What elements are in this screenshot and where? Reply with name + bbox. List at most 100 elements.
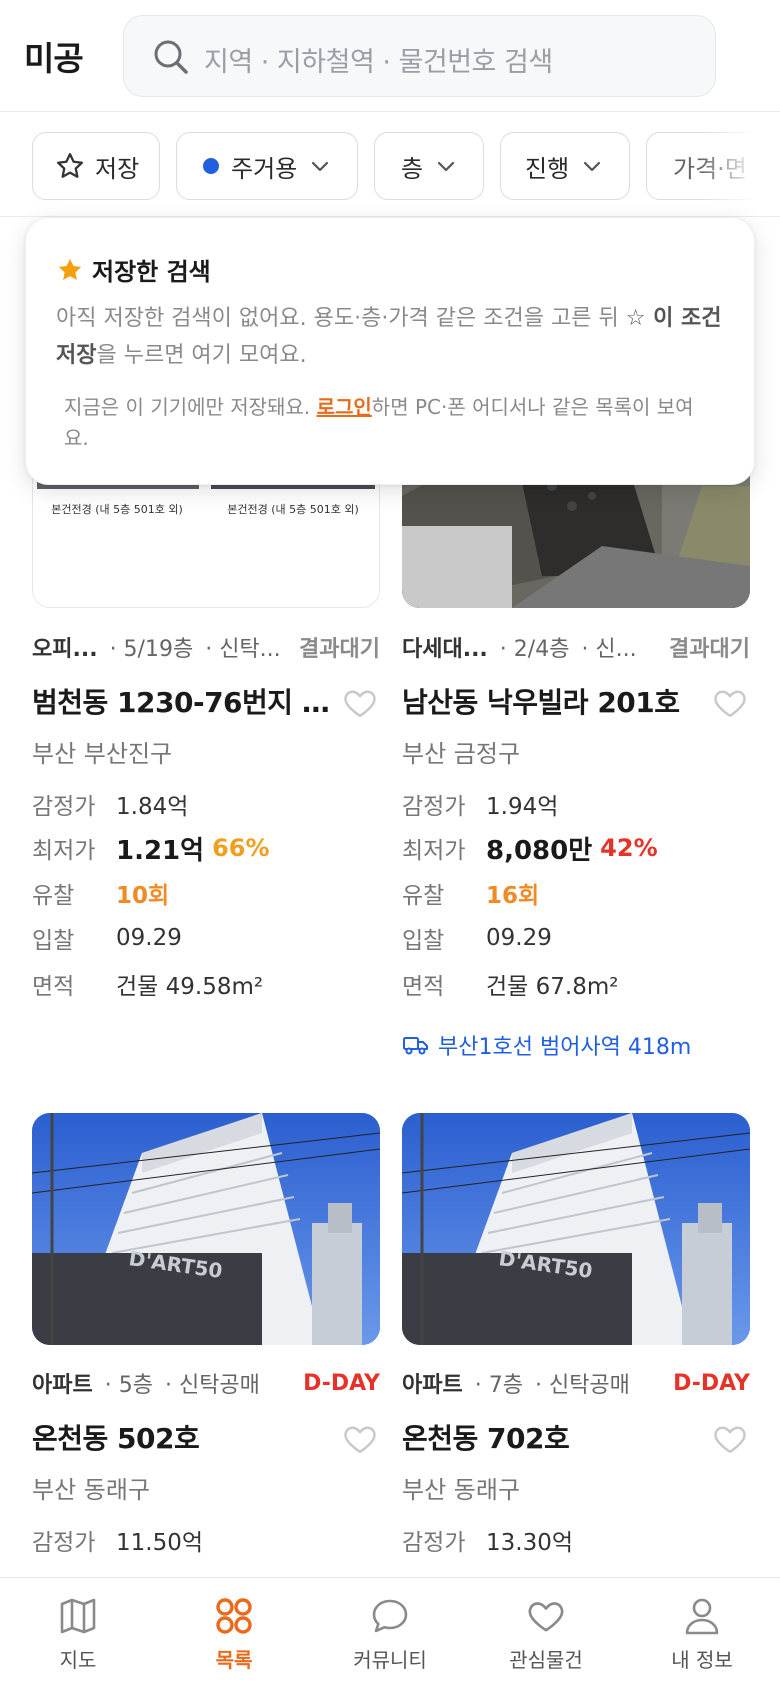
chevron-down-icon xyxy=(437,161,455,172)
save-filter-button[interactable]: 저장 xyxy=(32,132,160,200)
listing-card[interactable]: D'ART50 아파트 · 5층 · 신탁공매 D-DAY 온천동 502호 부… xyxy=(32,1113,380,1577)
status-badge: D-DAY xyxy=(673,1370,750,1396)
area-value: 건물 67.8m² xyxy=(486,974,619,1000)
area-label: 면적 xyxy=(32,974,75,1000)
popover-title-text: 저장한 검색 xyxy=(92,258,211,286)
usage-dot-icon xyxy=(203,158,219,174)
bottom-nav: 지도 목록 커뮤니티 관심물건 내 정보 xyxy=(0,1577,780,1688)
bid-label: 입찰 xyxy=(402,928,445,954)
listing-region: 부산 금정구 xyxy=(402,740,521,768)
status-badge: 결과대기 xyxy=(669,637,750,662)
popover-note: 지금은 이 기기에만 저장돼요. 로그인하면 PC·폰 어디서나 같은 목록이 … xyxy=(64,392,704,454)
listing-photo[interactable]: D'ART50 xyxy=(402,1113,750,1345)
listing-region: 부산 부산진구 xyxy=(32,740,173,768)
area-row: 면적 건물 67.8m² xyxy=(402,967,750,1001)
usage-filter[interactable]: 주거용 xyxy=(176,132,358,200)
photo-caption-left: 본건전경 (내 5층 501호 외) xyxy=(51,503,183,516)
progress-filter[interactable]: 진행 xyxy=(500,132,630,200)
login-link[interactable]: 로그인 xyxy=(317,395,372,419)
status-badge: D-DAY xyxy=(303,1370,380,1396)
listing-kind: · 신탁공매 xyxy=(164,1373,260,1398)
bid-value: 09.29 xyxy=(116,925,182,951)
star-icon xyxy=(58,258,82,280)
minimum-label: 최저가 xyxy=(402,838,466,864)
chevron-down-icon xyxy=(312,161,329,172)
person-icon xyxy=(685,1598,719,1635)
bid-row: 입찰 09.29 xyxy=(32,921,380,955)
listing-type: 다세대... xyxy=(402,637,488,662)
minimum-percent: 42% xyxy=(600,834,658,862)
heart-icon[interactable] xyxy=(712,685,748,721)
bid-label: 입찰 xyxy=(32,928,75,954)
subway-info: 부산1호선 범어사역 418m xyxy=(402,1029,691,1061)
failed-row: 유찰 10회 xyxy=(32,876,380,910)
nav-profile[interactable]: 내 정보 xyxy=(624,1578,780,1688)
nav-community-label: 커뮤니티 xyxy=(353,1648,427,1672)
appraisal-value: 1.84억 xyxy=(116,794,189,820)
area-label: 면적 xyxy=(402,974,445,1000)
progress-filter-label: 진행 xyxy=(525,154,570,183)
popover-note-prefix: 지금은 이 기기에만 저장돼요. xyxy=(64,395,317,419)
truck-icon xyxy=(403,1037,428,1055)
listing-region: 부산 동래구 xyxy=(32,1476,151,1504)
photo-caption-right: 본건전경 (내 5층 501호 외) xyxy=(227,503,359,516)
listing-floor: · 7층 xyxy=(474,1373,523,1398)
heart-icon[interactable] xyxy=(712,1421,748,1457)
listing-meta: 아파트 · 7층 · 신탁공매 D-DAY xyxy=(402,1367,750,1399)
minimum-value: 8,080만 xyxy=(486,835,593,866)
appraisal-label: 감정가 xyxy=(32,1530,96,1556)
chevron-down-icon xyxy=(584,161,601,172)
minimum-row: 최저가 8,080만 42% xyxy=(402,831,750,866)
appraisal-value: 13.30억 xyxy=(486,1530,574,1556)
minimum-value: 1.21억 xyxy=(116,835,205,866)
bid-row: 입찰 09.29 xyxy=(402,921,750,955)
nav-community[interactable]: 커뮤니티 xyxy=(312,1578,468,1688)
failed-label: 유찰 xyxy=(32,883,75,909)
failed-value: 16회 xyxy=(486,883,540,909)
heart-icon[interactable] xyxy=(342,685,378,721)
heart-icon xyxy=(528,1602,564,1632)
listing-floor: · 5층 xyxy=(104,1373,153,1398)
listing-title[interactable]: 온천동 502호 xyxy=(32,1417,332,1457)
status-badge: 결과대기 xyxy=(299,637,380,662)
popover-description: 아직 저장한 검색이 없어요. 용도·층·가격 같은 조건을 고른 뒤 ☆ 이 … xyxy=(56,300,736,374)
chat-icon xyxy=(372,1599,408,1633)
popover-desc-suffix: 을 누르면 여기 모여요. xyxy=(96,343,307,368)
search-input[interactable]: 지역 · 지하철역 · 물건번호 검색 xyxy=(123,15,716,97)
listing-title[interactable]: 남산동 낙우빌라 201호 xyxy=(402,681,702,721)
map-icon xyxy=(60,1598,96,1634)
nav-list-label: 목록 xyxy=(215,1648,253,1672)
minimum-label: 최저가 xyxy=(32,838,96,864)
floor-filter[interactable]: 층 xyxy=(374,132,484,200)
floor-filter-label: 층 xyxy=(401,154,424,183)
appraisal-row: 감정가 13.30억 xyxy=(402,1523,750,1557)
listing-kind: · 신탁... xyxy=(205,637,281,662)
bid-value: 09.29 xyxy=(486,925,552,951)
app-logo[interactable]: 미공 xyxy=(24,32,84,80)
listing-photo[interactable]: D'ART50 xyxy=(32,1113,380,1345)
listing-type: 아파트 xyxy=(402,1373,463,1398)
listing-title[interactable]: 온천동 702호 xyxy=(402,1417,702,1457)
filter-bar: 저장 주거용 층 진행 가격·면 xyxy=(0,113,780,217)
listing-meta: 다세대... · 2/4층 · 신... 결과대기 xyxy=(402,631,750,663)
listing-title[interactable]: 범천동 1230-76번지 ... xyxy=(32,681,332,721)
listing-kind: · 신탁공매 xyxy=(534,1373,630,1398)
app-header: 미공 지역 · 지하철역 · 물건번호 검색 xyxy=(0,0,780,112)
appraisal-value: 1.94억 xyxy=(486,794,559,820)
grid-icon xyxy=(216,1598,252,1634)
nav-favorites[interactable]: 관심물건 xyxy=(468,1578,624,1688)
listing-region: 부산 동래구 xyxy=(402,1476,521,1504)
listing-card[interactable]: D'ART50 아파트 · 7층 · 신탁공매 D-DAY 온천동 702호 부… xyxy=(402,1113,750,1577)
search-placeholder: 지역 · 지하철역 · 물건번호 검색 xyxy=(204,47,553,78)
failed-value: 10회 xyxy=(116,883,170,909)
heart-icon[interactable] xyxy=(342,1421,378,1457)
star-outline-icon xyxy=(57,153,83,178)
save-filter-label: 저장 xyxy=(95,154,140,183)
building-photo: D'ART50 xyxy=(32,1113,380,1345)
nav-map[interactable]: 지도 xyxy=(0,1578,156,1688)
appraisal-row: 감정가 1.94억 xyxy=(402,787,750,821)
nav-map-label: 지도 xyxy=(59,1648,97,1672)
nav-list[interactable]: 목록 xyxy=(156,1578,312,1688)
listing-meta: 아파트 · 5층 · 신탁공매 D-DAY xyxy=(32,1367,380,1399)
appraisal-label: 감정가 xyxy=(402,794,466,820)
